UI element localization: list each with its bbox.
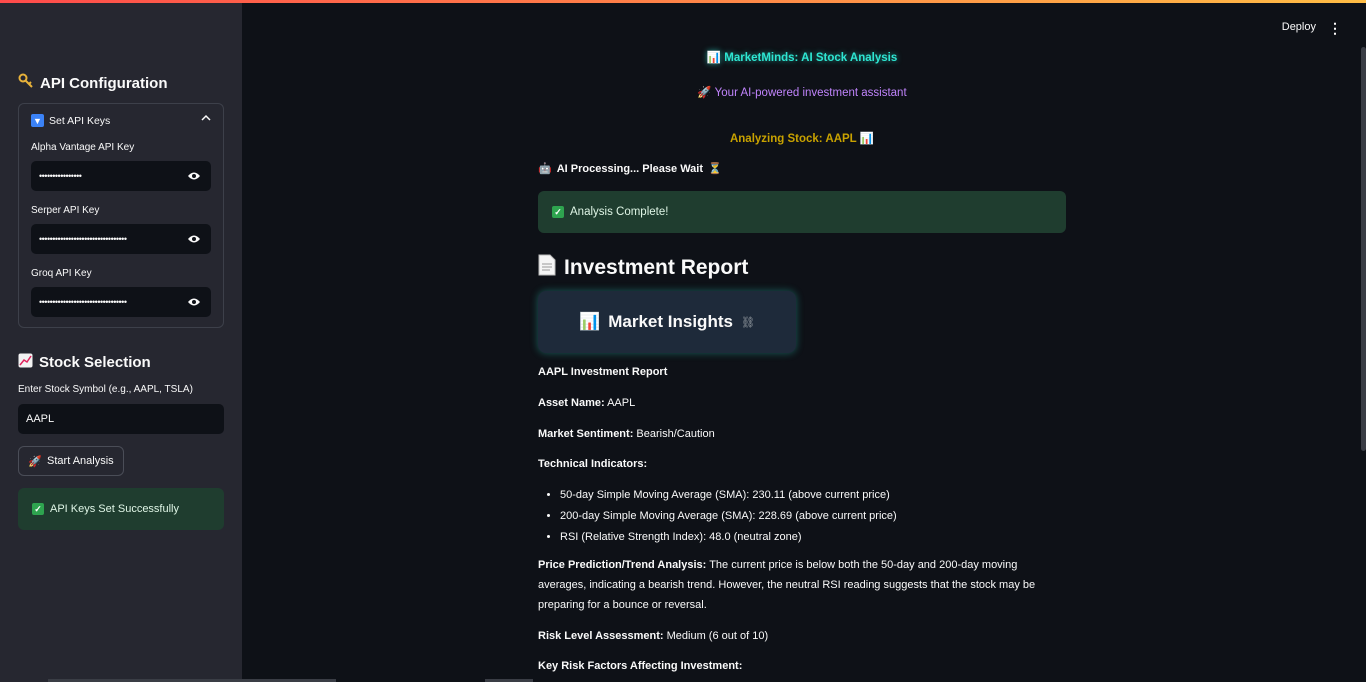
start-analysis-label: Start Analysis (47, 455, 114, 467)
analysis-complete-text: Analysis Complete! (570, 206, 669, 218)
expander-label: Set API Keys (49, 114, 111, 127)
trend-analysis-row: Price Prediction/Trend Analysis: The cur… (538, 556, 1058, 615)
groq-value: ••••••••••••••••••••••••••••••••• (39, 297, 127, 307)
bar-chart-icon: 📊 (859, 133, 875, 145)
app-title: 📊 MarketMinds: AI Stock Analysis (242, 50, 1362, 64)
symbol-label: Enter Stock Symbol (e.g., AAPL, TSLA) (18, 384, 193, 395)
processing-text: AI Processing... Please Wait (556, 162, 704, 175)
symbol-input[interactable]: AAPL (18, 404, 224, 434)
app-title-text: MarketMinds: AI Stock Analysis (724, 52, 898, 64)
stock-selection-heading: Stock Selection (18, 353, 151, 372)
list-item: 200-day Simple Moving Average (SMA): 228… (560, 507, 1058, 526)
investment-report-heading: Investment Report (538, 254, 748, 282)
eye-icon[interactable] (177, 287, 211, 317)
risk-level-row: Risk Level Assessment: Medium (6 out of … (538, 627, 1058, 647)
document-icon (538, 254, 556, 282)
eye-icon[interactable] (177, 161, 211, 191)
asset-label: Asset Name: (538, 396, 605, 409)
symbol-value: AAPL (26, 413, 55, 425)
investment-report-title: Investment Report (564, 256, 749, 279)
link-icon[interactable]: ⛓ (741, 316, 755, 329)
stock-selection-label: Stock Selection (39, 354, 151, 371)
chart-increasing-icon (18, 353, 33, 372)
processing-status: 🤖 AI Processing... Please Wait ⏳ (538, 162, 722, 176)
app-subtitle: 🚀 Your AI-powered investment assistant (242, 85, 1362, 99)
bar-chart-icon: 📊 (706, 52, 722, 64)
api-configuration-heading: API Configuration (18, 73, 168, 93)
key-risk-label: Key Risk Factors Affecting Investment: (538, 660, 743, 673)
key-icon (18, 73, 34, 93)
sentiment-label: Market Sentiment: (538, 427, 634, 440)
rocket-icon: 🚀 (28, 455, 43, 468)
asset-name-row: Asset Name: AAPL (538, 394, 1058, 414)
risk-value: Medium (6 out of 10) (666, 629, 769, 642)
robot-icon: 🤖 (538, 163, 552, 175)
expander-header[interactable]: ▼ Set API Keys (31, 114, 110, 127)
list-item: 50-day Simple Moving Average (SMA): 230.… (560, 486, 1058, 505)
market-insights-card: 📊 Market Insights ⛓ (538, 291, 796, 353)
deploy-button[interactable]: Deploy (1282, 21, 1316, 33)
start-analysis-button[interactable]: 🚀 Start Analysis (18, 446, 124, 476)
check-icon: ✓ (32, 503, 44, 515)
api-keys-success-alert: ✓ API Keys Set Successfully (18, 488, 224, 530)
analyzing-text: Analyzing Stock: AAPL (729, 133, 857, 145)
more-options-icon[interactable]: ⋮ (1328, 20, 1342, 37)
api-keys-expander: ▼ Set API Keys Alpha Vantage API Key •••… (18, 103, 224, 328)
vertical-scrollbar[interactable] (1361, 47, 1366, 451)
down-arrow-icon: ▼ (31, 114, 44, 127)
alpha-vantage-label: Alpha Vantage API Key (31, 142, 135, 153)
app-subtitle-text: Your AI-powered investment assistant (714, 87, 907, 99)
report-title: AAPL Investment Report (538, 366, 668, 378)
risk-label: Risk Level Assessment: (538, 629, 664, 642)
chevron-up-icon[interactable] (201, 113, 211, 125)
hourglass-icon: ⏳ (708, 163, 722, 175)
groq-input[interactable]: ••••••••••••••••••••••••••••••••• (31, 287, 211, 317)
check-icon: ✓ (552, 206, 564, 218)
api-keys-success-text: API Keys Set Successfully (50, 503, 179, 515)
main-content: Deploy ⋮ 📊 MarketMinds: AI Stock Analysi… (242, 3, 1366, 682)
serper-label: Serper API Key (31, 205, 100, 216)
indicators-list: 50-day Simple Moving Average (SMA): 230.… (560, 486, 1058, 546)
eye-icon[interactable] (177, 224, 211, 254)
groq-label: Groq API Key (31, 268, 92, 279)
serper-input[interactable]: ••••••••••••••••••••••••••••••••• (31, 224, 211, 254)
bar-chart-icon: 📊 (579, 312, 601, 331)
analysis-complete-alert: ✓ Analysis Complete! (538, 191, 1066, 233)
alpha-vantage-value: •••••••••••••••• (39, 171, 82, 181)
trend-label: Price Prediction/Trend Analysis: (538, 559, 707, 572)
technical-label: Technical Indicators: (538, 458, 648, 471)
asset-value: AAPL (607, 396, 636, 409)
list-item: RSI (Relative Strength Index): 48.0 (neu… (560, 528, 1058, 547)
sidebar: API Configuration ▼ Set API Keys Alpha V… (0, 3, 242, 682)
analyzing-status: Analyzing Stock: AAPL 📊 (242, 131, 1362, 145)
rocket-icon: 🚀 (697, 87, 712, 99)
serper-value: ••••••••••••••••••••••••••••••••• (39, 234, 127, 244)
report-content: AAPL Investment Report Asset Name: AAPL … (538, 363, 1058, 682)
market-sentiment-row: Market Sentiment: Bearish/Caution (538, 425, 1058, 445)
market-insights-title: Market Insights (608, 312, 733, 331)
sentiment-value: Bearish/Caution (636, 427, 715, 440)
api-configuration-label: API Configuration (40, 74, 168, 92)
alpha-vantage-input[interactable]: •••••••••••••••• (31, 161, 211, 191)
